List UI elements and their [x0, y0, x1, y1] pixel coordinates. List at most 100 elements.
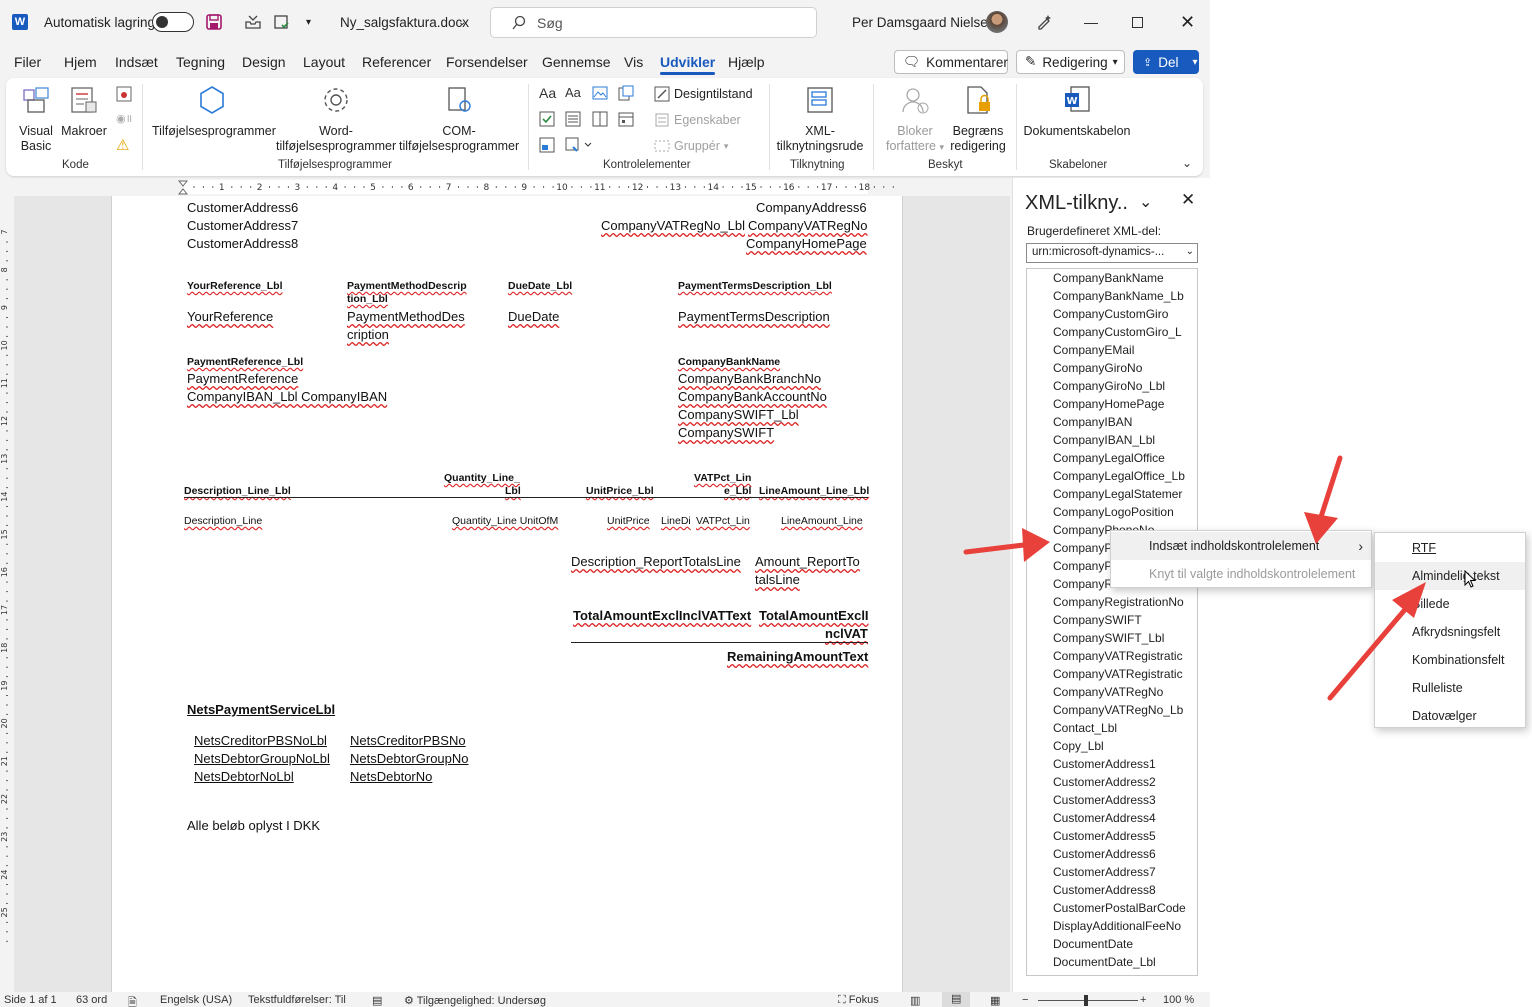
- minimize-icon[interactable]: —: [1084, 0, 1098, 44]
- customer-address-7[interactable]: CustomerAddress7: [187, 218, 298, 233]
- xml-node-item[interactable]: CustomerAddress1: [1053, 757, 1156, 771]
- tab-referencer[interactable]: Referencer: [362, 54, 431, 70]
- inbox-icon[interactable]: [244, 0, 262, 44]
- custom-xml-part-dropdown[interactable]: urn:microsoft-dynamics-... ⌄: [1026, 243, 1198, 263]
- xml-node-item[interactable]: CompanyLegalOffice_Lb: [1053, 469, 1185, 483]
- xml-node-item[interactable]: CompanyGiroNo_Lbl: [1053, 379, 1165, 393]
- zoom-slider-thumb[interactable]: [1084, 995, 1088, 1006]
- group-button[interactable]: Gruppér ▾: [654, 138, 728, 154]
- zoom-level[interactable]: 100 %: [1163, 994, 1194, 1006]
- xml-node-item[interactable]: CompanyLogoPosition: [1053, 505, 1174, 519]
- xml-node-item[interactable]: CompanyEMail: [1053, 343, 1134, 357]
- zoom-slider[interactable]: [1038, 1000, 1138, 1001]
- comments-button[interactable]: 🗨 Kommentarer: [894, 50, 1008, 74]
- company-bank-branch[interactable]: CompanyBankBranchNo: [678, 371, 821, 386]
- xml-node-item[interactable]: CustomerAddress4: [1053, 811, 1156, 825]
- tab-udvikler[interactable]: Udvikler: [660, 54, 716, 75]
- your-reference-label[interactable]: YourReference_Lbl: [187, 280, 283, 292]
- tab-layout[interactable]: Layout: [303, 54, 345, 70]
- xml-node-item[interactable]: CompanyP: [1053, 541, 1112, 555]
- xml-node-item[interactable]: CompanyHomePage: [1053, 397, 1164, 411]
- company-homepage[interactable]: CompanyHomePage: [746, 236, 867, 251]
- user-name[interactable]: Per Damsgaard Nielsen: [852, 0, 995, 44]
- xml-mapping-pane-button[interactable]: XML- tilknytningsrude: [774, 84, 866, 154]
- design-mode-button[interactable]: Designtilstand: [654, 86, 753, 102]
- page-count[interactable]: Side 1 af 1: [4, 994, 57, 1006]
- line-amount[interactable]: LineAmount_Line: [781, 515, 863, 527]
- xml-node-item[interactable]: CompanyR: [1053, 577, 1113, 591]
- xml-node-item[interactable]: CompanyVATRegNo_Lb: [1053, 703, 1183, 717]
- tab-indsaet[interactable]: Indsæt: [115, 54, 158, 70]
- focus-button[interactable]: ⛶ Fokus: [838, 994, 879, 1007]
- tab-vis[interactable]: Vis: [624, 54, 643, 70]
- macros-button[interactable]: Makroer: [60, 84, 108, 139]
- xml-node-item[interactable]: Copy_Lbl: [1053, 739, 1104, 753]
- macro-security-icon[interactable]: ⚠: [116, 136, 129, 154]
- checkbox-control-icon[interactable]: [539, 111, 555, 130]
- xml-node-item[interactable]: CompanyBankName: [1053, 271, 1164, 285]
- company-vat-value[interactable]: CompanyVATRegNo: [748, 218, 867, 233]
- amount-totals-1[interactable]: Amount_ReportTo: [755, 554, 860, 569]
- zoom-in-icon[interactable]: +: [1140, 994, 1146, 1006]
- company-swift[interactable]: CompanySWIFT: [678, 425, 774, 440]
- tab-gennemse[interactable]: Gennemse: [542, 54, 610, 70]
- picture-control-icon[interactable]: [592, 86, 608, 103]
- pane-close-icon[interactable]: ✕: [1181, 190, 1195, 210]
- record-macro-icon[interactable]: [116, 86, 132, 105]
- xml-node-item[interactable]: CompanyVATRegistratic: [1053, 667, 1183, 681]
- read-mode-icon[interactable]: ▥: [910, 994, 920, 1007]
- text-predictions[interactable]: Tekstfuldførelser: Til: [248, 994, 346, 1006]
- horizontal-ruler[interactable]: 1 2 3 4 5 6 7 8 9 10 11 12 13 14 15 16 17 18: [110, 180, 970, 194]
- total-amount-2[interactable]: nclVAT: [825, 626, 868, 641]
- xml-node-item[interactable]: CompanySWIFT: [1053, 613, 1142, 627]
- search-box[interactable]: Søg: [490, 7, 817, 38]
- tab-forsendelser[interactable]: Forsendelser: [446, 54, 528, 70]
- editing-button[interactable]: ✎ Redigering ▾: [1016, 50, 1125, 74]
- xml-node-item[interactable]: CompanyP: [1053, 559, 1112, 573]
- zoom-out-icon[interactable]: −: [1022, 994, 1028, 1006]
- word-count[interactable]: 63 ord: [76, 994, 107, 1006]
- quantity-uom-line[interactable]: Quantity_Line UnitOfM: [452, 515, 558, 527]
- company-bank-account[interactable]: CompanyBankAccountNo: [678, 389, 827, 404]
- submenu-item-rtf[interactable]: RTF: [1375, 534, 1525, 562]
- description-totals[interactable]: Description_ReportTotalsLine: [571, 554, 741, 569]
- unit-price-label[interactable]: UnitPrice_Lbl: [586, 485, 654, 497]
- tab-tegning[interactable]: Tegning: [176, 54, 225, 70]
- submenu-item-plain-text[interactable]: Almindelig tekst: [1375, 562, 1525, 590]
- quantity-label-2[interactable]: Lbl: [505, 485, 521, 497]
- company-address-6[interactable]: CompanyAddress6: [756, 200, 867, 215]
- share-button[interactable]: ⇪ Del ▾: [1133, 50, 1199, 74]
- due-date-label[interactable]: DueDate_Lbl: [508, 280, 572, 292]
- nets-payment-service-label[interactable]: NetsPaymentServiceLbl: [187, 702, 335, 717]
- block-authors-button[interactable]: Bloker forfattere ▾: [880, 84, 950, 155]
- xml-node-item[interactable]: CompanyLegalStatemer: [1053, 487, 1182, 501]
- company-iban[interactable]: CompanyIBAN_Lbl CompanyIBAN: [187, 389, 387, 404]
- nets-debtor-label[interactable]: NetsDebtorNoLbl: [194, 769, 294, 784]
- document-name[interactable]: Ny_salgsfaktura.docx: [340, 0, 469, 44]
- accessibility-status[interactable]: ⚙ Tilgængelighed: Undersøg: [404, 994, 546, 1007]
- xml-node-item[interactable]: CompanyBankName_Lb: [1053, 289, 1184, 303]
- check-doc-icon[interactable]: [273, 0, 291, 44]
- combobox-control-icon[interactable]: [565, 111, 581, 130]
- save-icon[interactable]: [205, 0, 223, 44]
- nets-debtor[interactable]: NetsDebtorNo: [350, 769, 432, 784]
- company-vat-label[interactable]: CompanyVATRegNo_Lbl: [601, 218, 745, 233]
- submenu-item-date-picker[interactable]: Datovælger: [1375, 702, 1525, 730]
- tab-design[interactable]: Design: [242, 54, 286, 70]
- line-discount[interactable]: LineDi: [661, 515, 691, 527]
- description-label[interactable]: Description_Line_Lbl: [184, 485, 291, 497]
- menu-item-map-to-content-control[interactable]: Knyt til valgte indholdskontrolelement: [1111, 560, 1371, 588]
- properties-button[interactable]: Egenskaber: [654, 112, 741, 128]
- indent-marker-icon[interactable]: [177, 180, 189, 196]
- xml-node-item[interactable]: DocumentDate: [1053, 937, 1133, 951]
- nets-creditor-label[interactable]: NetsCreditorPBSNoLbl: [194, 733, 327, 748]
- vat-pct-line[interactable]: VATPct_Lin: [696, 515, 750, 527]
- payment-terms-label[interactable]: PaymentTermsDescription_Lbl: [678, 280, 832, 292]
- designer-pen-icon[interactable]: [1035, 0, 1053, 44]
- xml-node-item[interactable]: CompanyLegalOffice: [1053, 451, 1165, 465]
- customer-address-8[interactable]: CustomerAddress8: [187, 236, 298, 251]
- xml-node-item[interactable]: Contact_Lbl: [1053, 721, 1117, 735]
- repeating-section-icon[interactable]: [539, 137, 555, 156]
- tab-filer[interactable]: Filer: [14, 54, 41, 70]
- xml-node-item[interactable]: DocumentDate_Lbl: [1053, 955, 1156, 969]
